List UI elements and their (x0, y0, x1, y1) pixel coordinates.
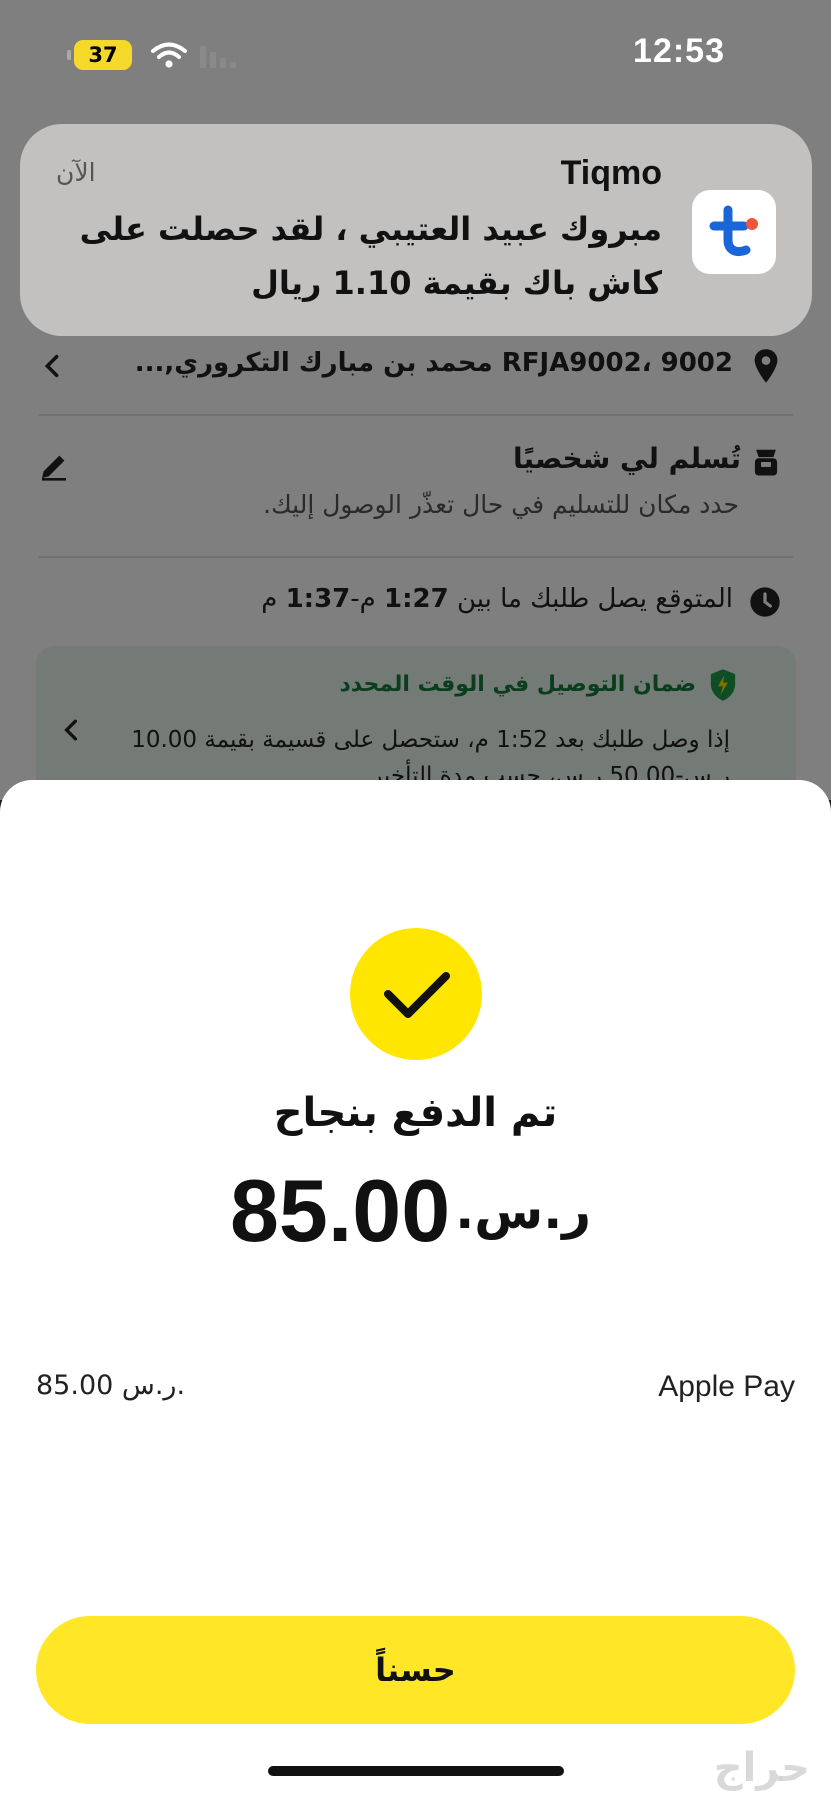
home-indicator[interactable] (268, 1766, 564, 1776)
notification-body: مبروك عبيد العتيبي ، لقد حصلت على كاش با… (79, 210, 662, 302)
amount-currency: ر.س. (455, 1182, 592, 1240)
notification-app-name: Tiqmo (560, 154, 662, 192)
checkmark-icon (384, 972, 450, 1018)
payment-success-sheet: تم الدفع بنجاح ر.س. 85.00 Apple Pay 85.0… (0, 780, 831, 1800)
payment-method-label: Apple Pay (658, 1370, 795, 1403)
notification-time: الآن (56, 158, 96, 187)
cellular-signal-icon (200, 46, 236, 68)
haraj-watermark: حراج (713, 1745, 810, 1791)
tiqmo-app-icon (692, 190, 776, 274)
wifi-icon (151, 42, 187, 68)
payment-method-amount: 85.00 ر.س. (36, 1370, 186, 1401)
payment-success-title: تم الدفع بنجاح (273, 1090, 558, 1136)
tiqmo-logo-icon (709, 205, 758, 257)
battery-indicator: 37 (67, 40, 132, 70)
amount-value: 85.00 (229, 1161, 451, 1260)
paid-amount: ر.س. 85.00 (0, 1160, 831, 1270)
status-time: 12:53 (633, 32, 725, 70)
success-check-badge (350, 928, 482, 1060)
status-bar: 37 12:53 (0, 0, 831, 110)
ok-button[interactable]: حسناً (36, 1616, 795, 1724)
push-notification[interactable]: Tiqmo الآن مبروك عبيد العتيبي ، لقد حصلت… (20, 124, 812, 336)
